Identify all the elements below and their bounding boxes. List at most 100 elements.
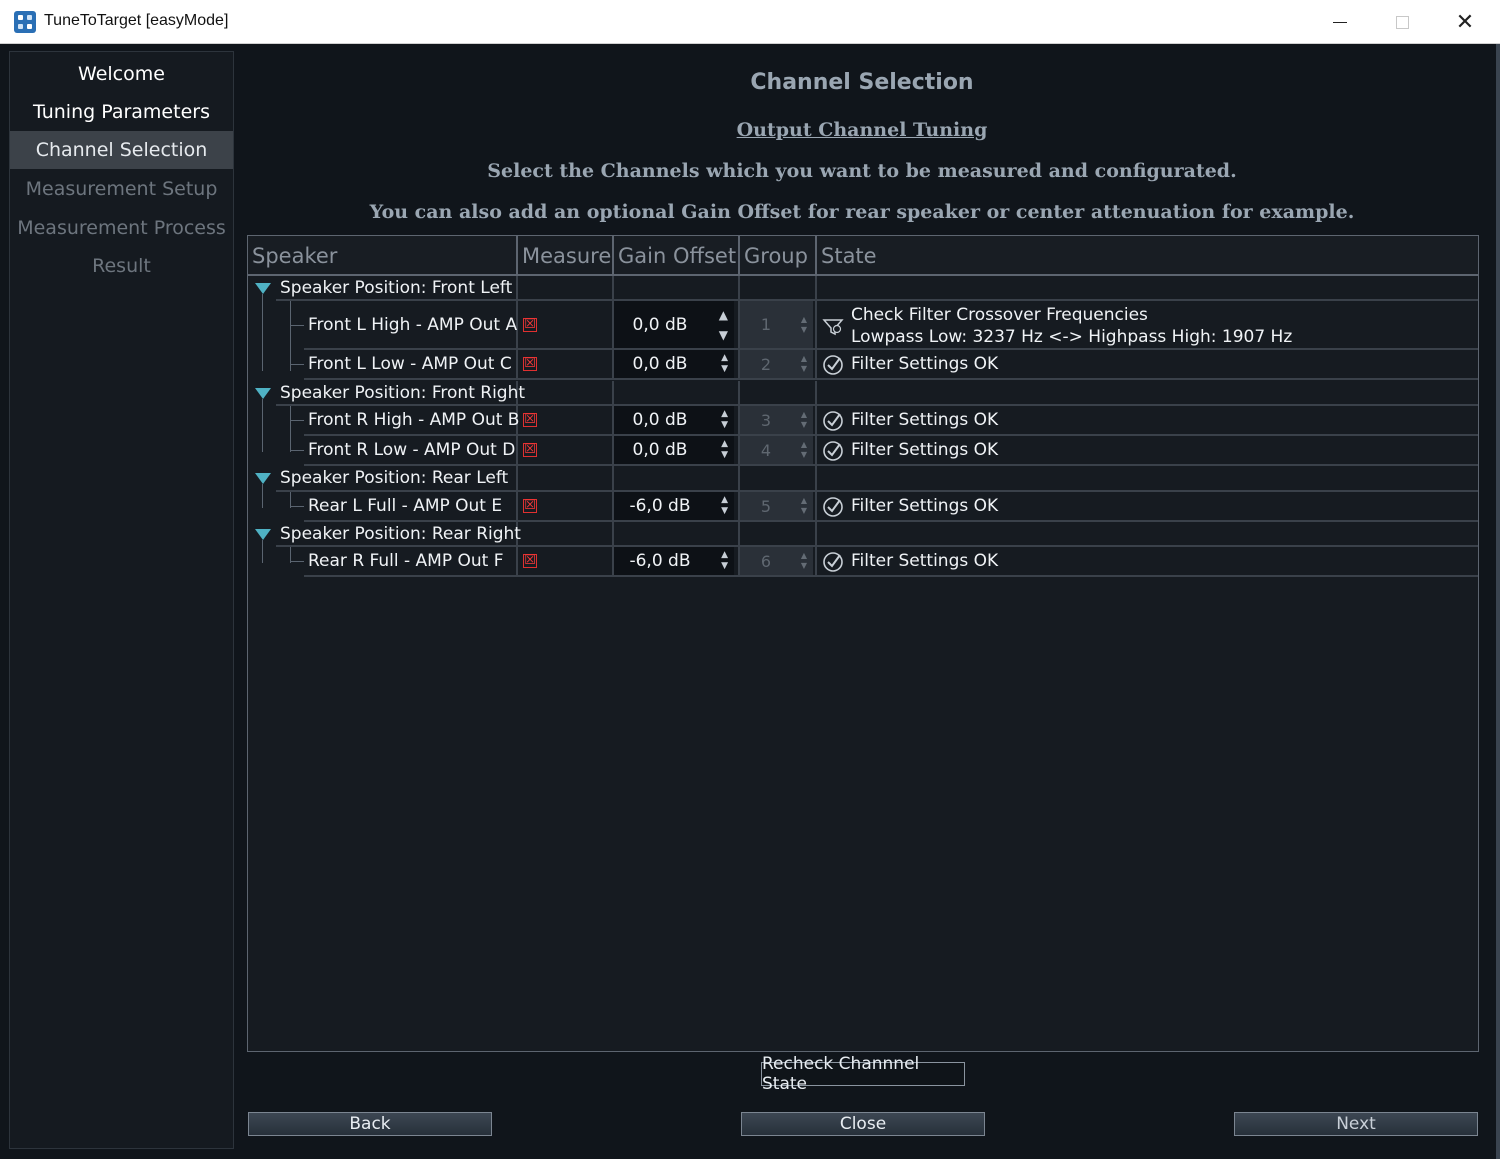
channel-name: Rear R Full - AMP Out F bbox=[308, 551, 504, 571]
spinner-arrows-icon[interactable]: ▲ ▼ bbox=[721, 353, 728, 375]
filter-icon bbox=[822, 319, 844, 336]
spinner-arrows-icon[interactable]: ▲ ▼ bbox=[719, 305, 728, 345]
measure-checkbox[interactable]: ☒ bbox=[523, 554, 537, 568]
gain-offset-value[interactable]: -6,0 dB bbox=[614, 492, 706, 520]
header-measure[interactable]: Measure bbox=[518, 236, 614, 276]
gain-offset-value[interactable]: 0,0 dB bbox=[614, 301, 706, 348]
header-gain-offset[interactable]: Gain Offset bbox=[614, 236, 740, 276]
table-group-row[interactable]: Speaker Position: Rear Left bbox=[248, 466, 1478, 492]
group-value: 5 bbox=[760, 496, 772, 516]
table-row[interactable]: Rear R Full - AMP Out F ☒ -6,0 dB ▲ ▼ 6 ▲… bbox=[248, 547, 1478, 577]
channel-table: Speaker Measure Gain Offset Group State … bbox=[247, 235, 1479, 1052]
expand-triangle-icon[interactable] bbox=[255, 473, 271, 484]
group-spinner: 6 ▲ ▼ bbox=[740, 547, 813, 575]
channel-name: Rear L Full - AMP Out E bbox=[308, 496, 503, 516]
next-button[interactable]: Next bbox=[1234, 1112, 1478, 1136]
sidebar-item-result[interactable]: Result bbox=[10, 247, 233, 285]
table-row[interactable]: Front L High - AMP Out A ☒ 0,0 dB ▲ ▼ 1 ▲… bbox=[248, 301, 1478, 350]
expand-triangle-icon[interactable] bbox=[255, 388, 271, 399]
group-value: 4 bbox=[760, 440, 772, 460]
tree-line bbox=[290, 561, 304, 562]
table-row[interactable]: Front R Low - AMP Out D ☒ 0,0 dB ▲ ▼ 4 ▲ ▼… bbox=[248, 436, 1478, 466]
spinner-arrows-icon[interactable]: ▲ ▼ bbox=[721, 495, 728, 517]
title-bar: TuneToTarget [easyMode] ✕ bbox=[0, 0, 1500, 44]
measure-checkbox[interactable]: ☒ bbox=[523, 443, 537, 457]
gain-offset-spinner[interactable]: 0,0 dB ▲ ▼ bbox=[614, 350, 734, 378]
gain-offset-spinner[interactable]: 0,0 dB ▲ ▼ bbox=[614, 436, 734, 464]
group-spinner: 2 ▲ ▼ bbox=[740, 350, 813, 378]
measure-checkbox[interactable]: ☒ bbox=[523, 499, 537, 513]
state-text: Filter Settings OK bbox=[851, 440, 999, 460]
spinner-arrows-icon[interactable]: ▲ ▼ bbox=[721, 439, 728, 461]
back-button[interactable]: Back bbox=[248, 1112, 492, 1136]
description-line-2: You can also add an optional Gain Offset… bbox=[369, 201, 1355, 223]
expand-triangle-icon[interactable] bbox=[255, 283, 271, 294]
gain-offset-spinner[interactable]: 0,0 dB ▲ ▼ bbox=[614, 406, 734, 434]
tree-line bbox=[290, 364, 304, 365]
measure-checkbox[interactable]: ☒ bbox=[523, 357, 537, 371]
window-edge bbox=[1496, 44, 1500, 1159]
sidebar-item-welcome[interactable]: Welcome bbox=[10, 55, 233, 93]
sidebar-item-tuning-parameters[interactable]: Tuning Parameters bbox=[10, 93, 233, 131]
measure-checkbox[interactable]: ☒ bbox=[523, 318, 537, 332]
gain-offset-spinner[interactable]: -6,0 dB ▲ ▼ bbox=[614, 547, 734, 575]
state-text: Filter Settings OK bbox=[851, 551, 999, 571]
check-circle-icon bbox=[823, 552, 843, 572]
gain-offset-spinner[interactable]: -6,0 dB ▲ ▼ bbox=[614, 492, 734, 520]
close-icon[interactable]: ✕ bbox=[1434, 0, 1496, 44]
section-title-text: Output Channel Tuning bbox=[736, 119, 988, 141]
group-value: 3 bbox=[760, 410, 772, 430]
gain-offset-value[interactable]: -6,0 dB bbox=[614, 547, 706, 575]
state-text: Filter Settings OK bbox=[851, 496, 999, 516]
check-circle-icon bbox=[823, 411, 843, 431]
channel-name: Front L Low - AMP Out C bbox=[308, 354, 512, 374]
spinner-arrows-icon: ▲ ▼ bbox=[800, 496, 807, 515]
table-row[interactable]: Rear L Full - AMP Out E ☒ -6,0 dB ▲ ▼ 5 ▲… bbox=[248, 492, 1478, 522]
maximize-icon[interactable] bbox=[1371, 0, 1433, 44]
group-value: 1 bbox=[760, 315, 772, 334]
group-spinner: 5 ▲ ▼ bbox=[740, 492, 813, 520]
header-group[interactable]: Group bbox=[740, 236, 817, 276]
state-text-line-1: Check Filter Crossover Frequencies bbox=[851, 305, 1148, 325]
gain-offset-value[interactable]: 0,0 dB bbox=[614, 436, 706, 464]
check-circle-icon bbox=[823, 441, 843, 461]
spinner-arrows-icon: ▲ ▼ bbox=[800, 354, 807, 373]
close-button[interactable]: Close bbox=[741, 1112, 985, 1136]
gain-offset-value[interactable]: 0,0 dB bbox=[614, 406, 706, 434]
group-label: Speaker Position: Front Right bbox=[280, 382, 526, 403]
gain-offset-value[interactable]: 0,0 dB bbox=[614, 350, 706, 378]
group-spinner: 3 ▲ ▼ bbox=[740, 406, 813, 434]
recheck-channel-state-button[interactable]: Recheck Channnel State bbox=[761, 1054, 965, 1094]
header-state[interactable]: State bbox=[817, 236, 1478, 276]
app-icon bbox=[14, 11, 36, 33]
table-group-row[interactable]: Speaker Position: Rear Right bbox=[248, 522, 1478, 547]
group-label: Speaker Position: Rear Right bbox=[280, 523, 521, 544]
table-group-row[interactable]: Speaker Position: Front Left bbox=[248, 276, 1478, 301]
check-circle-icon bbox=[823, 355, 843, 375]
spinner-arrows-icon: ▲ ▼ bbox=[800, 314, 807, 334]
group-label: Speaker Position: Front Left bbox=[280, 277, 513, 298]
sidebar-item-measurement-process[interactable]: Measurement Process bbox=[10, 209, 233, 247]
spinner-arrows-icon[interactable]: ▲ ▼ bbox=[721, 409, 728, 431]
expand-triangle-icon[interactable] bbox=[255, 529, 271, 540]
description-line-1: Select the Channels which you want to be… bbox=[487, 160, 1237, 182]
channel-name: Front R High - AMP Out B bbox=[308, 410, 520, 430]
sidebar-item-measurement-setup[interactable]: Measurement Setup bbox=[10, 170, 233, 208]
group-label: Speaker Position: Rear Left bbox=[280, 468, 509, 488]
state-text: Filter Settings OK bbox=[851, 410, 999, 430]
tree-line bbox=[290, 325, 304, 326]
check-circle-icon bbox=[823, 497, 843, 517]
table-row[interactable]: Front R High - AMP Out B ☒ 0,0 dB ▲ ▼ 3 ▲… bbox=[248, 406, 1478, 436]
measure-checkbox[interactable]: ☒ bbox=[523, 413, 537, 427]
spinner-arrows-icon[interactable]: ▲ ▼ bbox=[721, 550, 728, 572]
sidebar-item-channel-selection[interactable]: Channel Selection bbox=[10, 131, 233, 169]
spinner-arrows-icon: ▲ ▼ bbox=[800, 410, 807, 429]
spinner-arrows-icon: ▲ ▼ bbox=[800, 440, 807, 459]
minimize-icon[interactable] bbox=[1309, 0, 1371, 44]
gain-offset-spinner[interactable]: 0,0 dB ▲ ▼ bbox=[614, 301, 734, 348]
table-group-row[interactable]: Speaker Position: Front Right bbox=[248, 381, 1478, 406]
table-row[interactable]: Front L Low - AMP Out C ☒ 0,0 dB ▲ ▼ 2 ▲ ▼… bbox=[248, 350, 1478, 380]
header-speaker[interactable]: Speaker bbox=[248, 236, 518, 276]
tree-line bbox=[290, 506, 304, 507]
sidebar-nav: Welcome Tuning Parameters Channel Select… bbox=[9, 51, 234, 1149]
